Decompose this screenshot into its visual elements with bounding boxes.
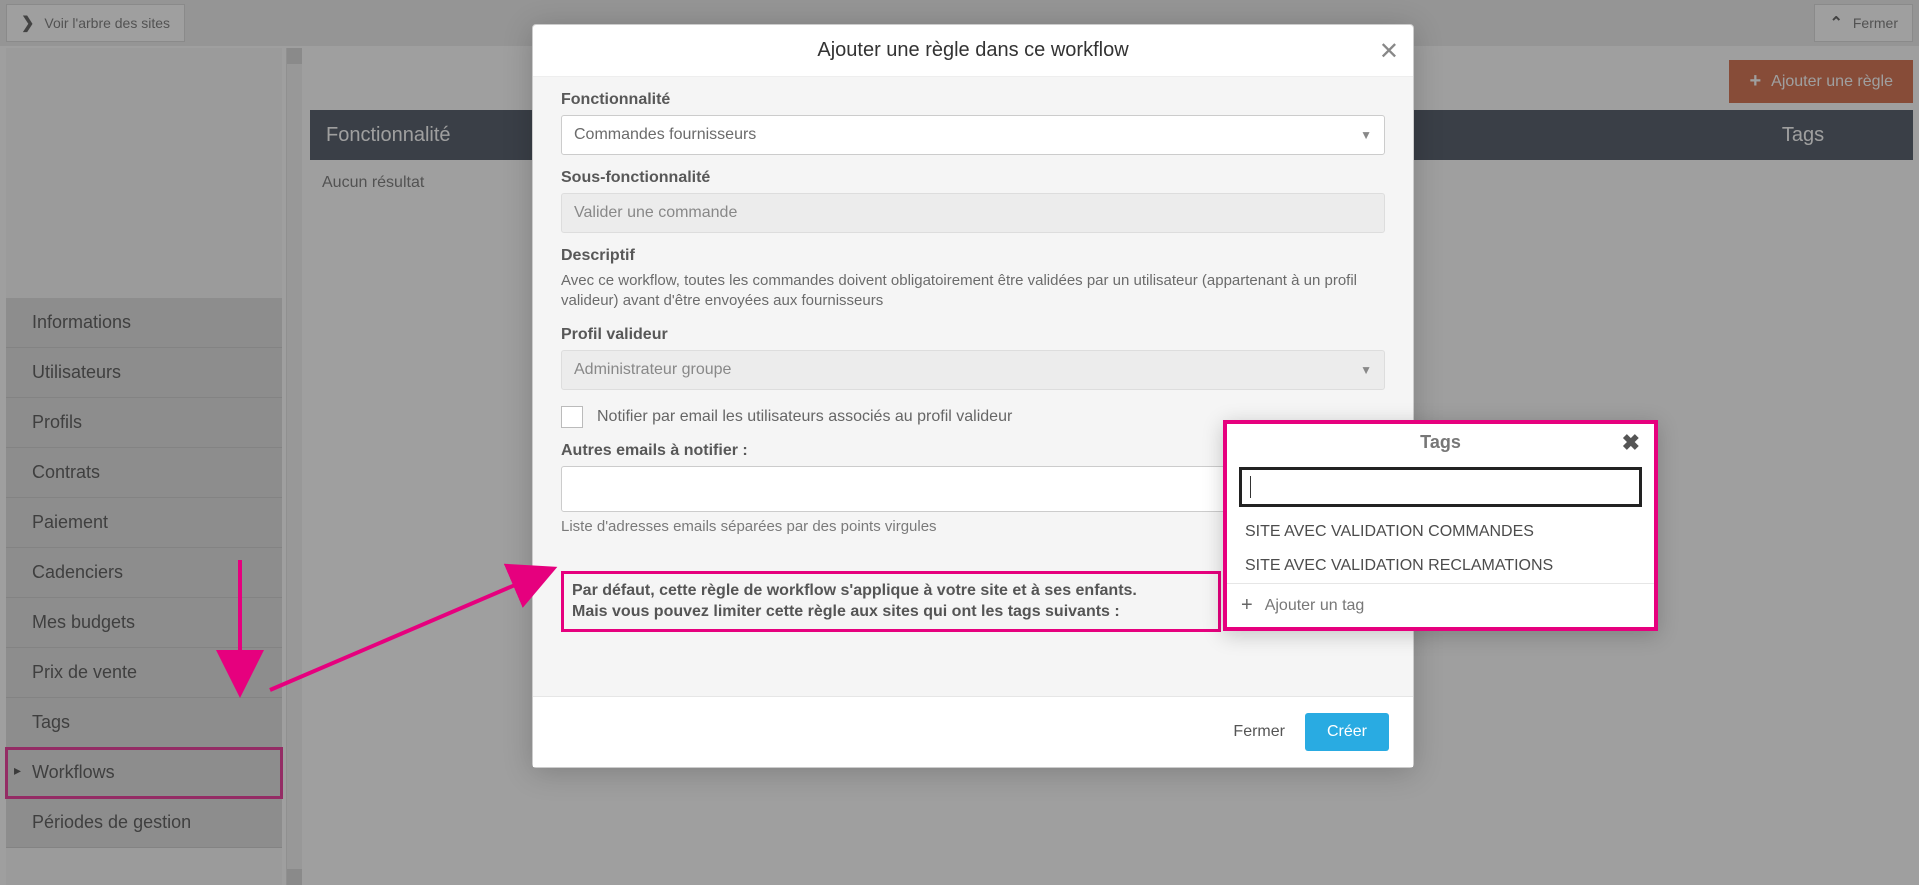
modal-title: Ajouter une règle dans ce workflow [817, 39, 1128, 61]
tags-close-icon[interactable]: ✖ [1622, 430, 1640, 456]
caret-down-icon: ▼ [1360, 363, 1372, 377]
default-rule-note: Par défaut, cette règle de workflow s'ap… [561, 571, 1221, 632]
tag-option[interactable]: SITE AVEC VALIDATION COMMANDES [1227, 515, 1654, 549]
chevron-down-icon: ▼ [1360, 128, 1372, 142]
label-func: Fonctionnalité [561, 91, 1385, 109]
label-subfunc: Sous-fonctionnalité [561, 169, 1385, 187]
label-desc: Descriptif [561, 247, 1385, 265]
label-profile: Profil valideur [561, 326, 1385, 344]
modal-create-button[interactable]: Créer [1305, 713, 1389, 751]
tags-search-input[interactable] [1239, 467, 1642, 507]
profile-value: Administrateur groupe [574, 361, 731, 379]
default-line1: Par défaut, cette règle de workflow s'ap… [572, 580, 1210, 602]
subfunc-value: Valider une commande [574, 204, 737, 222]
modal-close-icon[interactable]: ✕ [1379, 37, 1399, 66]
subfunc-field: Valider une commande [561, 193, 1385, 233]
profile-select[interactable]: Administrateur groupe ▼ [561, 350, 1385, 390]
notify-checkbox[interactable] [561, 406, 583, 428]
modal-cancel-button[interactable]: Fermer [1233, 723, 1285, 741]
add-tag-label: Ajouter un tag [1265, 597, 1365, 615]
text-cursor-icon [1250, 476, 1251, 498]
add-rule-modal: Ajouter une règle dans ce workflow ✕ Fon… [532, 24, 1414, 768]
func-value: Commandes fournisseurs [574, 126, 756, 144]
add-tag-row[interactable]: + Ajouter un tag [1227, 583, 1654, 627]
desc-text: Avec ce workflow, toutes les commandes d… [561, 271, 1385, 312]
tag-option[interactable]: SITE AVEC VALIDATION RECLAMATIONS [1227, 549, 1654, 583]
func-select[interactable]: Commandes fournisseurs ▼ [561, 115, 1385, 155]
tags-title: Tags [1420, 432, 1461, 452]
plus-icon: + [1241, 594, 1253, 617]
notify-label: Notifier par email les utilisateurs asso… [597, 408, 1012, 426]
default-line2: Mais vous pouvez limiter cette règle aux… [572, 601, 1210, 623]
tags-popover: Tags ✖ SITE AVEC VALIDATION COMMANDES SI… [1223, 420, 1658, 631]
